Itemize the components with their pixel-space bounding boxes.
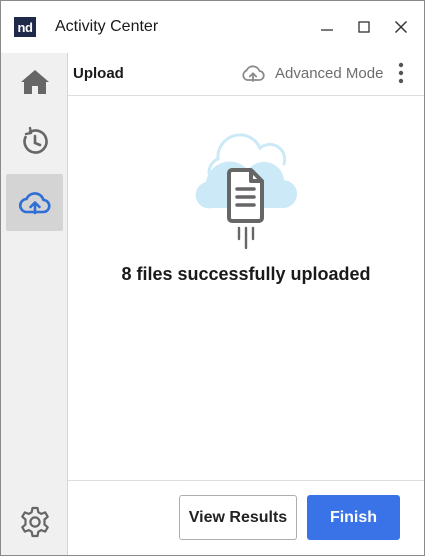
history-icon: [22, 126, 48, 154]
upload-result-panel: 8 files successfully uploaded: [68, 96, 424, 480]
advanced-mode-label: Advanced Mode: [275, 64, 384, 82]
app-logo: nd: [14, 17, 36, 37]
view-results-button[interactable]: View Results: [179, 495, 297, 540]
document-icon: [227, 168, 264, 223]
close-button[interactable]: [386, 13, 416, 41]
maximize-icon: [358, 21, 370, 33]
minimize-button[interactable]: [312, 13, 342, 41]
activity-center-window: nd Activity Center Upload Advanced Mode …: [0, 0, 425, 556]
page-title: Upload: [73, 65, 124, 82]
close-icon: [395, 21, 407, 33]
upload-success-illustration: [195, 133, 298, 250]
sidebar-item-settings[interactable]: [6, 493, 63, 550]
advanced-mode-toggle[interactable]: Advanced Mode: [240, 59, 383, 87]
content-header: Upload Advanced Mode: [68, 53, 424, 96]
window-title: Activity Center: [55, 18, 159, 35]
home-icon: [20, 69, 49, 94]
sidebar-item-history[interactable]: [6, 113, 63, 170]
title-bar: nd Activity Center: [1, 1, 424, 53]
action-footer: View Results Finish: [68, 480, 424, 555]
maximize-button[interactable]: [349, 13, 379, 41]
cloud-upload-icon: [242, 65, 265, 82]
upload-status-message: 8 files successfully uploaded: [121, 264, 371, 284]
gear-icon: [20, 506, 49, 537]
cloud-upload-icon: [18, 191, 51, 214]
sidebar-item-home[interactable]: [6, 53, 63, 110]
sidebar-item-upload[interactable]: [6, 174, 63, 231]
sidebar: [1, 53, 68, 555]
minimize-icon: [321, 29, 333, 31]
more-options-button[interactable]: [388, 59, 414, 87]
kebab-menu-icon: [398, 62, 404, 84]
finish-button[interactable]: Finish: [307, 495, 400, 540]
